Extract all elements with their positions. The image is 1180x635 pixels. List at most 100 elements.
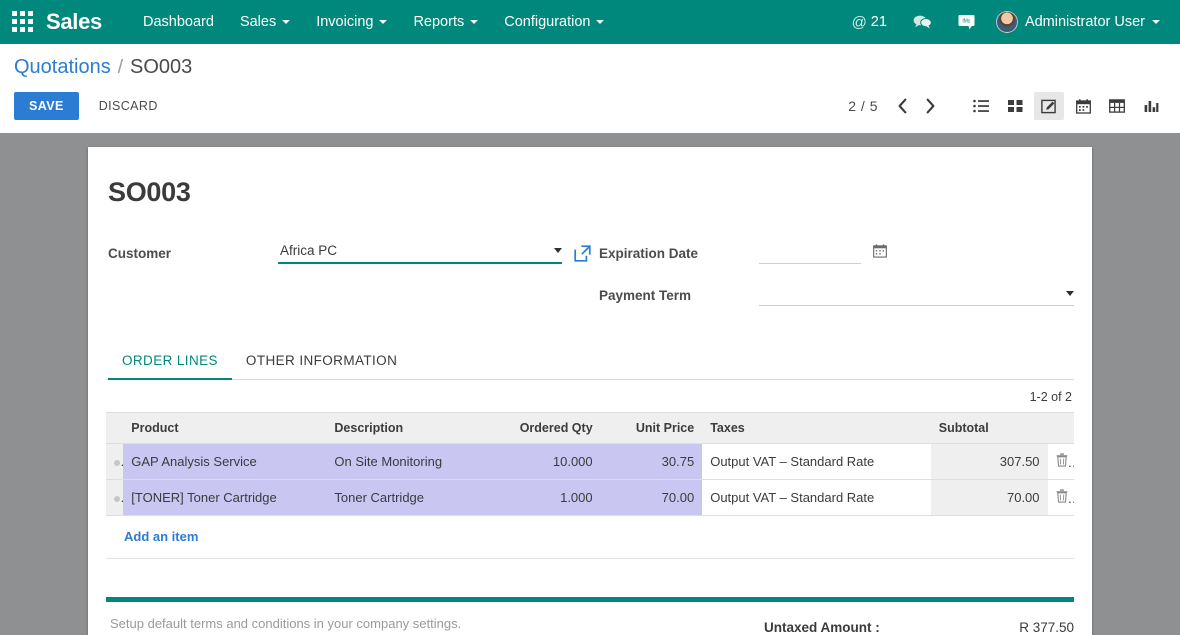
cell-description[interactable]: On Site Monitoring bbox=[326, 443, 484, 480]
list-view-button[interactable] bbox=[966, 92, 996, 120]
trash-icon bbox=[1056, 489, 1067, 503]
graph-view-button[interactable] bbox=[1136, 92, 1166, 120]
row-drag-handle[interactable] bbox=[106, 479, 124, 516]
avatar bbox=[995, 11, 1018, 33]
form-view-button[interactable] bbox=[1034, 92, 1064, 120]
cell-taxes[interactable]: Output VAT – Standard Rate bbox=[702, 479, 931, 516]
instant-message-icon[interactable]: IMs bbox=[945, 8, 988, 36]
field-expiration-date: Expiration Date bbox=[599, 238, 1074, 264]
cell-unit-price[interactable]: 70.00 bbox=[600, 479, 703, 516]
sheet-footer: Setup default terms and conditions in yo… bbox=[106, 597, 1074, 635]
bar-chart-icon bbox=[1144, 101, 1158, 112]
menu-item-reports[interactable]: Reports bbox=[400, 8, 491, 36]
cell-ordered-qty[interactable]: 1.000 bbox=[483, 479, 601, 516]
expiration-date-calendar-button[interactable] bbox=[873, 244, 887, 264]
expiration-date-input[interactable] bbox=[759, 244, 861, 264]
apps-grid-icon[interactable] bbox=[12, 11, 34, 33]
menu-item-configuration[interactable]: Configuration bbox=[491, 8, 617, 36]
cell-subtotal: 307.50 bbox=[930, 443, 1048, 480]
chat-bubble-icon[interactable] bbox=[900, 8, 945, 36]
drag-handle-icon bbox=[114, 496, 120, 502]
field-label-payment-term: Payment Term bbox=[599, 288, 692, 303]
order-lines-pager: 1-2 of 2 bbox=[1029, 390, 1072, 404]
table-header-row: Product Description Ordered Qty Unit Pri… bbox=[106, 412, 1074, 444]
user-name-label: Administrator User bbox=[1024, 14, 1145, 30]
total-value-untaxed-amount: R 377.50 bbox=[1019, 620, 1074, 635]
tab-other-information[interactable]: OTHER INFORMATION bbox=[232, 344, 411, 380]
tab-label-other-information: OTHER INFORMATION bbox=[245, 353, 398, 368]
cell-product[interactable]: GAP Analysis Service bbox=[123, 443, 327, 480]
menu-item-dashboard[interactable]: Dashboard bbox=[130, 8, 227, 36]
menu-label-invoicing: Invoicing bbox=[316, 14, 374, 30]
app-brand-sales[interactable]: Sales bbox=[46, 9, 102, 35]
cell-description[interactable]: Toner Cartridge bbox=[326, 479, 484, 516]
chevron-down-icon bbox=[554, 248, 562, 253]
pivot-view-button[interactable] bbox=[1102, 92, 1132, 120]
control-panel-right: 2 / 5 bbox=[848, 92, 1166, 120]
menu-item-invoicing[interactable]: Invoicing bbox=[303, 8, 400, 36]
breadcrumb-quotations[interactable]: Quotations bbox=[14, 56, 111, 79]
chevron-down-icon bbox=[379, 20, 388, 24]
pager-next-button[interactable] bbox=[916, 93, 944, 119]
total-label-untaxed-amount: Untaxed Amount : bbox=[764, 620, 880, 635]
user-menu[interactable]: Administrator User bbox=[988, 7, 1166, 37]
kanban-icon bbox=[1007, 100, 1022, 112]
terms-and-conditions-note: Setup default terms and conditions in yo… bbox=[110, 616, 462, 631]
table-row[interactable]: GAP Analysis Service On Site Monitoring … bbox=[106, 443, 1074, 480]
list-icon bbox=[973, 99, 989, 113]
discard-button[interactable]: DISCARD bbox=[86, 92, 171, 120]
navbar-systray: @ 21 IMs Administrator User bbox=[839, 7, 1166, 37]
page-title: SO003 bbox=[108, 177, 191, 207]
chevron-down-icon bbox=[1152, 20, 1160, 24]
column-header-unit-price: Unit Price bbox=[600, 412, 703, 444]
chevron-right-icon bbox=[926, 98, 934, 114]
im-glyph: IMs bbox=[958, 15, 975, 30]
tab-label-order-lines: ORDER LINES bbox=[122, 353, 218, 368]
kanban-view-button[interactable] bbox=[1000, 92, 1030, 120]
breadcrumb-current: SO003 bbox=[130, 56, 193, 78]
customer-external-link-button[interactable] bbox=[574, 245, 591, 264]
column-header-taxes: Taxes bbox=[702, 412, 931, 444]
customer-value: Africa PC bbox=[280, 243, 338, 258]
customer-input[interactable]: Africa PC bbox=[278, 242, 562, 264]
control-panel: Quotations / SO003 SAVE DISCARD 2 / 5 bbox=[0, 44, 1180, 133]
chevron-down-icon bbox=[470, 20, 479, 24]
field-label-customer: Customer bbox=[108, 246, 172, 261]
menu-label-sales: Sales bbox=[239, 14, 277, 30]
notebook-tabs: ORDER LINES OTHER INFORMATION bbox=[106, 344, 1074, 380]
form-column-left: Customer Africa PC bbox=[108, 238, 591, 322]
main-menu: Dashboard Sales Invoicing Reports Config… bbox=[130, 8, 617, 36]
trash-icon bbox=[1056, 453, 1067, 467]
cell-unit-price[interactable]: 30.75 bbox=[600, 443, 703, 480]
gutter-header bbox=[106, 412, 124, 444]
total-row-untaxed-amount: Untaxed Amount : R 377.50 bbox=[764, 614, 1074, 635]
order-lines-table: Product Description Ordered Qty Unit Pri… bbox=[106, 412, 1074, 516]
tab-order-lines[interactable]: ORDER LINES bbox=[108, 344, 232, 380]
save-button[interactable]: SAVE bbox=[14, 92, 79, 120]
svg-text:IMs: IMs bbox=[962, 19, 971, 25]
form-edit-icon bbox=[1041, 99, 1056, 113]
mentions-counter[interactable]: @ 21 bbox=[839, 8, 900, 37]
drag-handle-icon bbox=[114, 460, 120, 466]
table-row[interactable]: [TONER] Toner Cartridge Toner Cartridge … bbox=[106, 479, 1074, 516]
menu-item-sales[interactable]: Sales bbox=[227, 8, 303, 36]
at-sign-icon: @ bbox=[851, 13, 867, 31]
record-sheet: SO003 Customer Africa PC Expiration Date… bbox=[88, 147, 1092, 635]
chevron-down-icon bbox=[596, 20, 605, 24]
pager-previous-button[interactable] bbox=[888, 93, 916, 119]
calendar-icon bbox=[873, 244, 887, 258]
menu-label-dashboard: Dashboard bbox=[143, 14, 214, 30]
row-drag-handle[interactable] bbox=[106, 443, 124, 480]
add-an-item-link[interactable]: Add an item bbox=[124, 529, 198, 544]
chevron-down-icon bbox=[282, 20, 291, 24]
external-link-icon bbox=[574, 245, 591, 262]
delete-line-button[interactable] bbox=[1047, 479, 1074, 516]
column-header-description: Description bbox=[326, 412, 484, 444]
cell-taxes[interactable]: Output VAT – Standard Rate bbox=[702, 443, 931, 480]
delete-line-button[interactable] bbox=[1047, 443, 1074, 480]
cell-product[interactable]: [TONER] Toner Cartridge bbox=[123, 479, 327, 516]
calendar-view-button[interactable] bbox=[1068, 92, 1098, 120]
cell-ordered-qty[interactable]: 10.000 bbox=[483, 443, 601, 480]
chevron-down-icon bbox=[1066, 290, 1074, 296]
payment-term-input[interactable] bbox=[759, 284, 1074, 306]
